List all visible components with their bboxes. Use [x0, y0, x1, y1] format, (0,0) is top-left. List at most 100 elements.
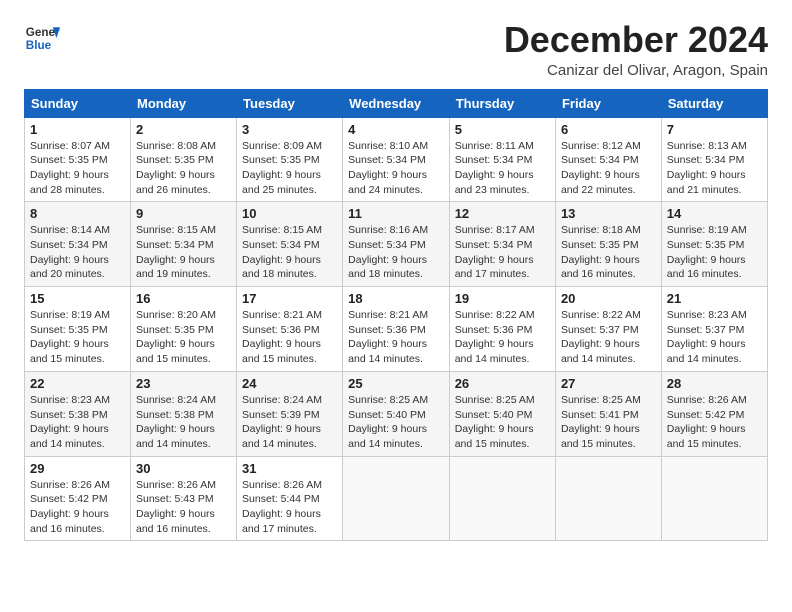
- svg-text:Blue: Blue: [26, 39, 52, 52]
- day-detail: Sunrise: 8:23 AM Sunset: 5:38 PM Dayligh…: [30, 393, 125, 452]
- day-detail: Sunrise: 8:08 AM Sunset: 5:35 PM Dayligh…: [136, 139, 231, 198]
- table-row: 8 Sunrise: 8:14 AM Sunset: 5:34 PM Dayli…: [25, 202, 131, 287]
- day-number: 6: [561, 122, 656, 137]
- header-thursday: Thursday: [449, 89, 555, 117]
- day-number: 23: [136, 376, 231, 391]
- day-number: 4: [348, 122, 444, 137]
- header-friday: Friday: [555, 89, 661, 117]
- table-row: 31 Sunrise: 8:26 AM Sunset: 5:44 PM Dayl…: [237, 456, 343, 541]
- day-detail: Sunrise: 8:26 AM Sunset: 5:43 PM Dayligh…: [136, 478, 231, 537]
- day-detail: Sunrise: 8:14 AM Sunset: 5:34 PM Dayligh…: [30, 223, 125, 282]
- day-detail: Sunrise: 8:19 AM Sunset: 5:35 PM Dayligh…: [667, 223, 762, 282]
- table-row: 16 Sunrise: 8:20 AM Sunset: 5:35 PM Dayl…: [131, 287, 237, 372]
- title-area: December 2024 Canizar del Olivar, Aragon…: [504, 20, 768, 79]
- day-detail: Sunrise: 8:21 AM Sunset: 5:36 PM Dayligh…: [242, 308, 337, 367]
- table-row: 25 Sunrise: 8:25 AM Sunset: 5:40 PM Dayl…: [343, 371, 450, 456]
- header-tuesday: Tuesday: [237, 89, 343, 117]
- month-title: December 2024: [504, 20, 768, 60]
- table-row: 23 Sunrise: 8:24 AM Sunset: 5:38 PM Dayl…: [131, 371, 237, 456]
- table-row: 27 Sunrise: 8:25 AM Sunset: 5:41 PM Dayl…: [555, 371, 661, 456]
- table-row: 5 Sunrise: 8:11 AM Sunset: 5:34 PM Dayli…: [449, 117, 555, 202]
- day-detail: Sunrise: 8:25 AM Sunset: 5:41 PM Dayligh…: [561, 393, 656, 452]
- day-number: 26: [455, 376, 550, 391]
- header-saturday: Saturday: [661, 89, 767, 117]
- day-detail: Sunrise: 8:25 AM Sunset: 5:40 PM Dayligh…: [348, 393, 444, 452]
- table-row: 18 Sunrise: 8:21 AM Sunset: 5:36 PM Dayl…: [343, 287, 450, 372]
- day-detail: Sunrise: 8:13 AM Sunset: 5:34 PM Dayligh…: [667, 139, 762, 198]
- day-detail: Sunrise: 8:26 AM Sunset: 5:42 PM Dayligh…: [30, 478, 125, 537]
- day-number: 5: [455, 122, 550, 137]
- day-detail: Sunrise: 8:09 AM Sunset: 5:35 PM Dayligh…: [242, 139, 337, 198]
- calendar-table: Sunday Monday Tuesday Wednesday Thursday…: [24, 89, 768, 542]
- day-detail: Sunrise: 8:10 AM Sunset: 5:34 PM Dayligh…: [348, 139, 444, 198]
- calendar-week-row: 1 Sunrise: 8:07 AM Sunset: 5:35 PM Dayli…: [25, 117, 768, 202]
- day-number: 20: [561, 291, 656, 306]
- page-header: General Blue December 2024 Canizar del O…: [24, 20, 768, 79]
- day-number: 10: [242, 206, 337, 221]
- day-detail: Sunrise: 8:07 AM Sunset: 5:35 PM Dayligh…: [30, 139, 125, 198]
- day-number: 2: [136, 122, 231, 137]
- table-row: [555, 456, 661, 541]
- day-detail: Sunrise: 8:25 AM Sunset: 5:40 PM Dayligh…: [455, 393, 550, 452]
- day-detail: Sunrise: 8:19 AM Sunset: 5:35 PM Dayligh…: [30, 308, 125, 367]
- day-detail: Sunrise: 8:16 AM Sunset: 5:34 PM Dayligh…: [348, 223, 444, 282]
- table-row: 2 Sunrise: 8:08 AM Sunset: 5:35 PM Dayli…: [131, 117, 237, 202]
- calendar-week-row: 22 Sunrise: 8:23 AM Sunset: 5:38 PM Dayl…: [25, 371, 768, 456]
- day-number: 3: [242, 122, 337, 137]
- table-row: 29 Sunrise: 8:26 AM Sunset: 5:42 PM Dayl…: [25, 456, 131, 541]
- day-detail: Sunrise: 8:11 AM Sunset: 5:34 PM Dayligh…: [455, 139, 550, 198]
- day-number: 22: [30, 376, 125, 391]
- table-row: 19 Sunrise: 8:22 AM Sunset: 5:36 PM Dayl…: [449, 287, 555, 372]
- day-number: 31: [242, 461, 337, 476]
- day-number: 15: [30, 291, 125, 306]
- day-number: 17: [242, 291, 337, 306]
- table-row: 17 Sunrise: 8:21 AM Sunset: 5:36 PM Dayl…: [237, 287, 343, 372]
- table-row: 4 Sunrise: 8:10 AM Sunset: 5:34 PM Dayli…: [343, 117, 450, 202]
- table-row: 9 Sunrise: 8:15 AM Sunset: 5:34 PM Dayli…: [131, 202, 237, 287]
- table-row: 28 Sunrise: 8:26 AM Sunset: 5:42 PM Dayl…: [661, 371, 767, 456]
- table-row: 1 Sunrise: 8:07 AM Sunset: 5:35 PM Dayli…: [25, 117, 131, 202]
- table-row: 26 Sunrise: 8:25 AM Sunset: 5:40 PM Dayl…: [449, 371, 555, 456]
- day-number: 27: [561, 376, 656, 391]
- day-number: 11: [348, 206, 444, 221]
- location-subtitle: Canizar del Olivar, Aragon, Spain: [504, 62, 768, 79]
- day-detail: Sunrise: 8:26 AM Sunset: 5:44 PM Dayligh…: [242, 478, 337, 537]
- day-detail: Sunrise: 8:24 AM Sunset: 5:38 PM Dayligh…: [136, 393, 231, 452]
- day-detail: Sunrise: 8:15 AM Sunset: 5:34 PM Dayligh…: [242, 223, 337, 282]
- day-number: 7: [667, 122, 762, 137]
- day-number: 21: [667, 291, 762, 306]
- day-number: 13: [561, 206, 656, 221]
- day-number: 28: [667, 376, 762, 391]
- calendar-week-row: 29 Sunrise: 8:26 AM Sunset: 5:42 PM Dayl…: [25, 456, 768, 541]
- table-row: 3 Sunrise: 8:09 AM Sunset: 5:35 PM Dayli…: [237, 117, 343, 202]
- day-number: 9: [136, 206, 231, 221]
- logo: General Blue: [24, 20, 60, 56]
- table-row: 20 Sunrise: 8:22 AM Sunset: 5:37 PM Dayl…: [555, 287, 661, 372]
- table-row: 15 Sunrise: 8:19 AM Sunset: 5:35 PM Dayl…: [25, 287, 131, 372]
- table-row: 24 Sunrise: 8:24 AM Sunset: 5:39 PM Dayl…: [237, 371, 343, 456]
- day-detail: Sunrise: 8:15 AM Sunset: 5:34 PM Dayligh…: [136, 223, 231, 282]
- table-row: [449, 456, 555, 541]
- calendar-header-row: Sunday Monday Tuesday Wednesday Thursday…: [25, 89, 768, 117]
- table-row: 12 Sunrise: 8:17 AM Sunset: 5:34 PM Dayl…: [449, 202, 555, 287]
- day-number: 16: [136, 291, 231, 306]
- day-detail: Sunrise: 8:22 AM Sunset: 5:37 PM Dayligh…: [561, 308, 656, 367]
- header-wednesday: Wednesday: [343, 89, 450, 117]
- calendar-week-row: 15 Sunrise: 8:19 AM Sunset: 5:35 PM Dayl…: [25, 287, 768, 372]
- table-row: 22 Sunrise: 8:23 AM Sunset: 5:38 PM Dayl…: [25, 371, 131, 456]
- table-row: 21 Sunrise: 8:23 AM Sunset: 5:37 PM Dayl…: [661, 287, 767, 372]
- day-number: 19: [455, 291, 550, 306]
- day-detail: Sunrise: 8:20 AM Sunset: 5:35 PM Dayligh…: [136, 308, 231, 367]
- table-row: [661, 456, 767, 541]
- day-detail: Sunrise: 8:23 AM Sunset: 5:37 PM Dayligh…: [667, 308, 762, 367]
- table-row: 7 Sunrise: 8:13 AM Sunset: 5:34 PM Dayli…: [661, 117, 767, 202]
- day-number: 14: [667, 206, 762, 221]
- day-detail: Sunrise: 8:18 AM Sunset: 5:35 PM Dayligh…: [561, 223, 656, 282]
- day-number: 24: [242, 376, 337, 391]
- day-number: 8: [30, 206, 125, 221]
- day-detail: Sunrise: 8:21 AM Sunset: 5:36 PM Dayligh…: [348, 308, 444, 367]
- day-detail: Sunrise: 8:12 AM Sunset: 5:34 PM Dayligh…: [561, 139, 656, 198]
- table-row: 13 Sunrise: 8:18 AM Sunset: 5:35 PM Dayl…: [555, 202, 661, 287]
- day-number: 18: [348, 291, 444, 306]
- day-number: 30: [136, 461, 231, 476]
